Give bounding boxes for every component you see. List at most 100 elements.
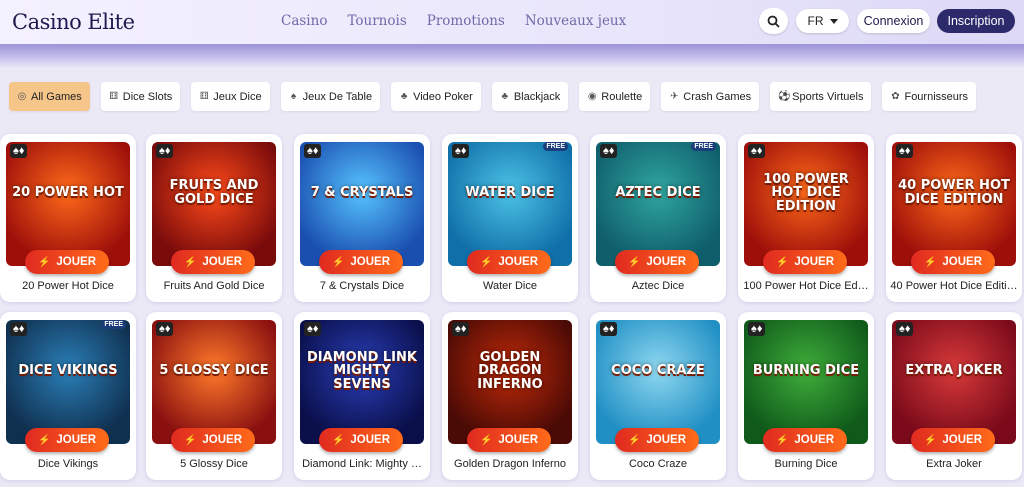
lightning-icon: ⚡: [479, 256, 493, 268]
game-thumbnail[interactable]: COCO CRAZE: [596, 320, 720, 444]
game-art-title: WATER DICE: [465, 185, 555, 201]
game-card[interactable]: COCO CRAZE ♠♦ ⚡ JOUER Coco Craze: [590, 312, 726, 480]
language-value: FR: [807, 14, 824, 28]
game-card[interactable]: FRUITS AND GOLD DICE ♠♦ ⚡ JOUER Fruits And G…: [146, 134, 282, 302]
dice-icon: ⚅: [109, 90, 119, 102]
game-thumbnail[interactable]: 7 & CRYSTALS: [300, 142, 424, 266]
play-button[interactable]: ⚡ JOUER: [467, 428, 551, 452]
game-art-title: GOLDEN DRAGON INFERNO: [477, 349, 543, 392]
game-art-title: COCO CRAZE: [611, 363, 705, 379]
category-9[interactable]: ✿ Fournisseurs: [882, 82, 977, 111]
roulette-icon: ◉: [587, 90, 597, 102]
lightning-icon: ⚡: [331, 256, 345, 268]
game-title[interactable]: Coco Craze: [594, 458, 722, 470]
play-button[interactable]: ⚡ JOUER: [25, 250, 109, 274]
game-title[interactable]: Golden Dragon Inferno: [446, 458, 574, 470]
signup-button[interactable]: Inscription: [937, 9, 1015, 33]
game-card[interactable]: BURNING DICE ♠♦ ⚡ JOUER Burning Dice: [738, 312, 874, 480]
game-thumbnail[interactable]: 20 POWER HOT: [6, 142, 130, 266]
card-suits-icon: ♠♦: [452, 144, 470, 158]
play-button[interactable]: ⚡ JOUER: [763, 428, 847, 452]
play-button[interactable]: ⚡ JOUER: [25, 428, 109, 452]
chevron-down-icon: [829, 18, 838, 24]
game-card[interactable]: DIAMOND LINK MIGHTY SEVENS ♠♦ ⚡ JOUER Diamon…: [294, 312, 430, 480]
game-title[interactable]: Aztec Dice: [594, 280, 722, 292]
category-label: Dice Slots: [122, 90, 173, 103]
site-logo[interactable]: Casino Elite: [12, 10, 135, 34]
category-7[interactable]: ✈ Crash Games: [661, 82, 760, 111]
game-card[interactable]: 7 & CRYSTALS ♠♦ ⚡ JOUER 7 & Crystals Dice: [294, 134, 430, 302]
site-header: Casino Elite Casino Tournois Promotions …: [0, 0, 1024, 44]
lightning-icon: ⚡: [627, 434, 641, 446]
login-button[interactable]: Connexion: [857, 9, 930, 33]
game-title[interactable]: Fruits And Gold Dice: [150, 280, 278, 292]
game-thumbnail[interactable]: 5 GLOSSY DICE: [152, 320, 276, 444]
nav-tournois[interactable]: Tournois: [347, 13, 406, 29]
game-card[interactable]: DICE VIKINGS ♠♦ FREE ⚡ JOUER Dice Vikings: [0, 312, 136, 480]
game-title[interactable]: Diamond Link: Mighty …: [298, 458, 426, 470]
play-button[interactable]: ⚡ JOUER: [467, 250, 551, 274]
game-title[interactable]: 7 & Crystals Dice: [298, 280, 426, 292]
play-label: JOUER: [942, 256, 983, 268]
game-title[interactable]: 100 Power Hot Dice Ed…: [742, 280, 870, 292]
category-3[interactable]: ♠ Jeux De Table: [280, 82, 381, 111]
game-thumbnail[interactable]: FRUITS AND GOLD DICE: [152, 142, 276, 266]
play-button[interactable]: ⚡ JOUER: [171, 428, 255, 452]
play-button[interactable]: ⚡ JOUER: [911, 250, 995, 274]
game-card[interactable]: AZTEC DICE ♠♦ FREE ⚡ JOUER Aztec Dice: [590, 134, 726, 302]
play-button[interactable]: ⚡ JOUER: [319, 428, 403, 452]
game-card[interactable]: WATER DICE ♠♦ FREE ⚡ JOUER Water Dice: [442, 134, 578, 302]
game-card[interactable]: 100 POWER HOT DICE EDITION ♠♦ ⚡ JOUER 100 Po…: [738, 134, 874, 302]
game-title[interactable]: 20 Power Hot Dice: [4, 280, 132, 292]
card-suits-icon: ♠♦: [600, 144, 618, 158]
game-title[interactable]: Burning Dice: [742, 458, 870, 470]
play-button[interactable]: ⚡ JOUER: [319, 250, 403, 274]
game-title[interactable]: Water Dice: [446, 280, 574, 292]
category-4[interactable]: ♣ Video Poker: [391, 82, 481, 111]
nav-casino[interactable]: Casino: [281, 13, 327, 29]
lightning-icon: ⚡: [923, 256, 937, 268]
play-label: JOUER: [56, 256, 97, 268]
game-title[interactable]: 40 Power Hot Dice Editi…: [890, 280, 1018, 292]
category-5[interactable]: ♣ Blackjack: [491, 82, 569, 111]
game-title[interactable]: Extra Joker: [890, 458, 1018, 470]
game-title[interactable]: 5 Glossy Dice: [150, 458, 278, 470]
language-select[interactable]: FR: [796, 9, 849, 33]
nav-nouveaux-jeux[interactable]: Nouveaux jeux: [525, 13, 626, 29]
game-thumbnail[interactable]: 100 POWER HOT DICE EDITION: [744, 142, 868, 266]
category-2[interactable]: ⚅ Jeux Dice: [191, 82, 270, 111]
play-button[interactable]: ⚡ JOUER: [615, 428, 699, 452]
game-thumbnail[interactable]: BURNING DICE: [744, 320, 868, 444]
play-button[interactable]: ⚡ JOUER: [911, 428, 995, 452]
game-card[interactable]: GOLDEN DRAGON INFERNO ♠♦ ⚡ JOUER Golden Drag…: [442, 312, 578, 480]
game-title[interactable]: Dice Vikings: [4, 458, 132, 470]
cards-icon: ♣: [501, 90, 509, 102]
search-icon: [767, 15, 780, 28]
rocket-icon: ✈: [670, 90, 679, 102]
game-thumbnail[interactable]: WATER DICE: [448, 142, 572, 266]
game-thumbnail[interactable]: EXTRA JOKER: [892, 320, 1016, 444]
game-card[interactable]: 20 POWER HOT ♠♦ ⚡ JOUER 20 Power Hot Dice: [0, 134, 136, 302]
game-thumbnail[interactable]: 40 POWER HOT DICE EDITION: [892, 142, 1016, 266]
category-0[interactable]: ◎ All Games: [9, 82, 90, 111]
category-6[interactable]: ◉ Roulette: [579, 82, 651, 111]
game-card[interactable]: EXTRA JOKER ♠♦ ⚡ JOUER Extra Joker: [886, 312, 1022, 480]
game-thumbnail[interactable]: DICE VIKINGS: [6, 320, 130, 444]
game-thumbnail[interactable]: AZTEC DICE: [596, 142, 720, 266]
all-games-icon: ◎: [17, 90, 27, 102]
category-1[interactable]: ⚅ Dice Slots: [100, 82, 181, 111]
lightning-icon: ⚡: [331, 434, 345, 446]
play-button[interactable]: ⚡ JOUER: [763, 250, 847, 274]
game-thumbnail[interactable]: DIAMOND LINK MIGHTY SEVENS: [300, 320, 424, 444]
main-nav: Casino Tournois Promotions Nouveaux jeux: [281, 13, 626, 29]
game-card[interactable]: 40 POWER HOT DICE EDITION ♠♦ ⚡ JOUER 40 Powe…: [886, 134, 1022, 302]
nav-promotions[interactable]: Promotions: [427, 13, 505, 29]
play-button[interactable]: ⚡ JOUER: [615, 250, 699, 274]
category-8[interactable]: ⚽ Sports Virtuels: [770, 82, 872, 111]
search-button[interactable]: [759, 8, 788, 34]
game-thumbnail[interactable]: GOLDEN DRAGON INFERNO: [448, 320, 572, 444]
lightning-icon: ⚡: [775, 434, 789, 446]
play-button[interactable]: ⚡ JOUER: [171, 250, 255, 274]
ball-icon: ⚽: [778, 90, 791, 102]
game-card[interactable]: 5 GLOSSY DICE ♠♦ ⚡ JOUER 5 Glossy Dice: [146, 312, 282, 480]
